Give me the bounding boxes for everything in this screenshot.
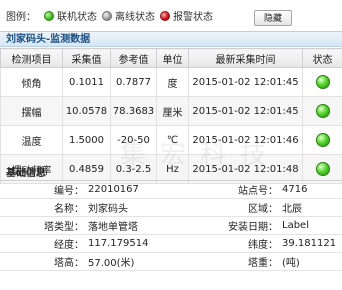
table-row: 倾角 0.1011 0.7877 度 2015-01-02 12:01:45	[0, 67, 342, 97]
monitor-header-row: 检测项目 采集值 参考值 单位 最新采集时间 状态	[0, 48, 342, 68]
info-row: 塔类型： 落地单管塔 安装日期： Label	[0, 216, 342, 235]
info-key: 经度：	[0, 234, 86, 253]
time-cell: 2015-01-02 12:01:45	[188, 67, 303, 97]
info-row: 经度： 117.179514 纬度： 39.181121	[0, 234, 342, 253]
info-value: 22010167	[86, 181, 214, 199]
info-key: 站点号：	[214, 181, 280, 199]
online-status-icon	[315, 133, 330, 147]
info-key: 塔高：	[0, 252, 86, 271]
info-value: 刘家码头	[86, 198, 214, 217]
value-cell: 0.1011	[62, 67, 111, 97]
legend-alarm-label: 报警状态	[173, 12, 213, 23]
online-status-icon	[315, 75, 330, 89]
info-key: 塔类型：	[0, 216, 86, 235]
table-row: 温度 1.5000 -20-50 ℃ 2015-01-02 12:01:46	[0, 125, 342, 155]
unit-cell: 度	[156, 67, 189, 97]
info-row: 塔高： 57.00(米) 塔重： (吨)	[0, 252, 342, 271]
info-row: 名称： 刘家码头 区域： 北辰	[0, 198, 342, 217]
info-key: 编号：	[0, 181, 86, 199]
table-row: 摆幅 10.0578 78.3683 厘米 2015-01-02 12:01:4…	[0, 96, 342, 126]
info-key: 安装日期：	[214, 216, 280, 235]
legend-label: 图例：	[6, 12, 36, 23]
status-cell	[302, 96, 342, 126]
status-cell	[302, 67, 342, 97]
col-ref-header: 参考值	[110, 48, 157, 68]
col-unit-header: 单位	[156, 48, 189, 68]
hide-button[interactable]: 隐藏	[254, 10, 292, 26]
item-cell: 倾角	[0, 67, 63, 97]
ref-cell: -20-50	[110, 125, 157, 155]
legend-online-label: 联机状态	[57, 12, 97, 23]
info-value: (吨)	[280, 252, 342, 271]
info-key: 塔重：	[214, 252, 280, 271]
ref-cell: 78.3683	[110, 96, 157, 126]
online-status-icon	[315, 104, 330, 118]
time-cell: 2015-01-02 12:01:46	[188, 125, 303, 155]
legend-bar: 图例： 联机状态 离线状态 报警状态 隐藏	[0, 0, 342, 30]
offline-status-icon	[102, 11, 112, 21]
info-key: 名称：	[0, 198, 86, 217]
col-time-header: 最新采集时间	[188, 48, 303, 68]
info-row: 编号： 22010167 站点号： 4716	[0, 181, 342, 199]
info-value: Label	[280, 216, 342, 235]
info-value: 57.00(米)	[86, 252, 214, 271]
base-info-table: 编号： 22010167 站点号： 4716 名称： 刘家码头 区域： 北辰 塔…	[0, 181, 342, 271]
info-value: 北辰	[280, 198, 342, 217]
base-info-title: 基础信息	[6, 168, 46, 179]
info-value: 落地单管塔	[86, 216, 214, 235]
ref-cell: 0.7877	[110, 67, 157, 97]
legend-offline: 离线状态	[102, 11, 155, 25]
status-cell	[302, 125, 342, 155]
alarm-status-icon	[160, 11, 170, 21]
item-cell: 温度	[0, 125, 63, 155]
monitor-table: 检测项目 采集值 参考值 单位 最新采集时间 状态 倾角 0.1011 0.78…	[0, 48, 342, 184]
monitor-panel-title: 刘家码头-监测数据	[6, 34, 91, 45]
col-value-header: 采集值	[62, 48, 111, 68]
col-item-header: 检测项目	[0, 48, 63, 68]
value-cell: 1.5000	[62, 125, 111, 155]
info-value: 39.181121	[280, 234, 342, 253]
unit-cell: 厘米	[156, 96, 189, 126]
item-cell: 摆幅	[0, 96, 63, 126]
legend-online: 联机状态	[44, 11, 97, 25]
value-cell: 10.0578	[62, 96, 111, 126]
info-key: 纬度：	[214, 234, 280, 253]
legend-offline-label: 离线状态	[115, 12, 155, 23]
unit-cell: ℃	[156, 125, 189, 155]
base-info-header: 基础信息	[0, 167, 342, 181]
monitor-panel-header: 刘家码头-监测数据	[0, 31, 342, 47]
legend-alarm: 报警状态	[160, 11, 213, 25]
time-cell: 2015-01-02 12:01:45	[188, 96, 303, 126]
info-value: 4716	[280, 181, 342, 199]
info-key: 区域：	[214, 198, 280, 217]
col-status-header: 状态	[302, 48, 342, 68]
info-value: 117.179514	[86, 234, 214, 253]
online-status-icon	[44, 11, 54, 21]
